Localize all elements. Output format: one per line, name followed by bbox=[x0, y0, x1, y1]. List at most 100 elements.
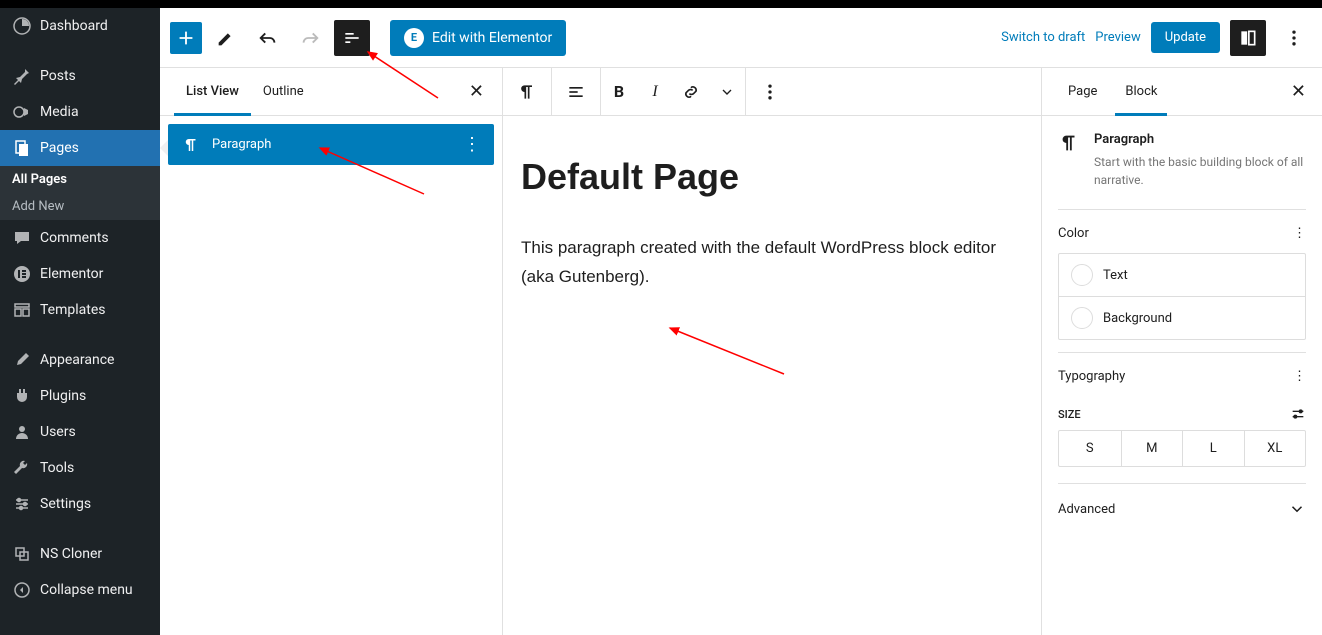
italic-button[interactable]: I bbox=[637, 68, 673, 115]
block-row-paragraph[interactable]: Paragraph ⋮ bbox=[168, 124, 494, 165]
size-buttons: S M L XL bbox=[1058, 430, 1306, 467]
chevron-down-icon bbox=[1288, 500, 1306, 518]
tab-page[interactable]: Page bbox=[1058, 68, 1107, 115]
align-button[interactable] bbox=[552, 68, 600, 115]
nav-templates[interactable]: Templates bbox=[0, 292, 160, 328]
nav-label: Comments bbox=[40, 230, 109, 246]
update-button[interactable]: Update bbox=[1151, 22, 1220, 53]
size-l-button[interactable]: L bbox=[1182, 431, 1244, 466]
advanced-section-toggle[interactable]: Advanced bbox=[1058, 483, 1306, 534]
paragraph-icon bbox=[182, 136, 200, 154]
nav-label: Tools bbox=[40, 460, 74, 476]
templates-icon bbox=[12, 300, 32, 320]
nav-users[interactable]: Users bbox=[0, 414, 160, 450]
nav-label: Collapse menu bbox=[40, 582, 133, 598]
block-row-label: Paragraph bbox=[212, 137, 271, 152]
nav-all-pages[interactable]: All Pages bbox=[0, 166, 160, 193]
more-formatting-button[interactable] bbox=[709, 68, 745, 115]
user-icon bbox=[12, 422, 32, 442]
nav-tools[interactable]: Tools bbox=[0, 450, 160, 486]
editor: E Edit with Elementor Switch to draft Pr… bbox=[160, 8, 1322, 635]
block-row-options-button[interactable]: ⋮ bbox=[463, 134, 480, 155]
collapse-icon bbox=[12, 580, 32, 600]
paragraph-icon bbox=[1058, 132, 1082, 189]
nav-appearance[interactable]: Appearance bbox=[0, 342, 160, 378]
plug-icon bbox=[12, 386, 32, 406]
comment-icon bbox=[12, 228, 32, 248]
options-button[interactable] bbox=[1276, 20, 1312, 56]
block-toolbar: B I bbox=[503, 68, 1041, 116]
link-button[interactable] bbox=[673, 68, 709, 115]
nav-label: Elementor bbox=[40, 266, 103, 282]
elementor-icon bbox=[12, 264, 32, 284]
edit-elementor-button[interactable]: E Edit with Elementor bbox=[390, 20, 566, 56]
add-block-button[interactable] bbox=[170, 22, 202, 54]
nav-add-new[interactable]: Add New bbox=[0, 193, 160, 220]
tab-block[interactable]: Block bbox=[1115, 68, 1167, 115]
sliders-icon bbox=[12, 494, 32, 514]
list-view-tabs: List View Outline ✕ bbox=[160, 68, 502, 116]
size-xl-button[interactable]: XL bbox=[1244, 431, 1306, 466]
color-section-head: Color ⋮ bbox=[1058, 209, 1306, 253]
pin-icon bbox=[12, 66, 32, 86]
size-custom-button[interactable] bbox=[1290, 406, 1306, 422]
preview-button[interactable]: Preview bbox=[1095, 30, 1140, 45]
block-info: Paragraph Start with the basic building … bbox=[1058, 132, 1306, 189]
block-info-desc: Start with the basic building block of a… bbox=[1094, 153, 1306, 189]
size-s-button[interactable]: S bbox=[1059, 431, 1121, 466]
media-icon bbox=[12, 102, 32, 122]
settings-close-button[interactable]: ✕ bbox=[1291, 81, 1306, 102]
admin-bar bbox=[0, 0, 1322, 8]
admin-sidebar: Dashboard Posts Media Pages All Pages Ad… bbox=[0, 0, 160, 635]
nav-posts[interactable]: Posts bbox=[0, 58, 160, 94]
canvas-column: B I Default Page This paragraph created … bbox=[503, 68, 1041, 635]
size-m-button[interactable]: M bbox=[1121, 431, 1183, 466]
nav-label: Dashboard bbox=[40, 18, 108, 34]
nav-label: Pages bbox=[40, 140, 79, 156]
size-label: SIZE bbox=[1058, 408, 1081, 421]
list-panel-close-button[interactable]: ✕ bbox=[465, 77, 488, 106]
tab-listview[interactable]: List View bbox=[174, 68, 251, 115]
editor-canvas[interactable]: Default Page This paragraph created with… bbox=[503, 116, 1041, 635]
nav-dashboard[interactable]: Dashboard bbox=[0, 8, 160, 44]
dashboard-icon bbox=[12, 16, 32, 36]
document-overview-button[interactable] bbox=[334, 20, 370, 56]
page-title[interactable]: Default Page bbox=[521, 156, 1023, 198]
nav-comments[interactable]: Comments bbox=[0, 220, 160, 256]
nav-label: Plugins bbox=[40, 388, 86, 404]
nav-pages[interactable]: Pages bbox=[0, 130, 160, 166]
list-view-panel: List View Outline ✕ Paragraph ⋮ bbox=[160, 68, 503, 635]
edit-mode-button[interactable] bbox=[208, 20, 244, 56]
nav-nscloner[interactable]: NS Cloner bbox=[0, 536, 160, 572]
nav-collapse[interactable]: Collapse menu bbox=[0, 572, 160, 608]
wrench-icon bbox=[12, 458, 32, 478]
settings-toggle-button[interactable] bbox=[1230, 20, 1266, 56]
nav-label: Settings bbox=[40, 496, 91, 512]
nav-settings[interactable]: Settings bbox=[0, 486, 160, 522]
nav-label: Users bbox=[40, 424, 76, 440]
typo-options-button[interactable]: ⋮ bbox=[1293, 369, 1306, 384]
nav-label: Posts bbox=[40, 68, 76, 84]
nav-label: Media bbox=[40, 104, 79, 120]
color-bg-button[interactable]: Background bbox=[1059, 296, 1305, 339]
color-options-button[interactable]: ⋮ bbox=[1293, 226, 1306, 241]
bold-button[interactable]: B bbox=[601, 68, 637, 115]
nav-label: Appearance bbox=[40, 352, 114, 368]
bg-swatch-icon bbox=[1071, 307, 1093, 329]
paragraph-block[interactable]: This paragraph created with the default … bbox=[521, 234, 1023, 292]
redo-button[interactable] bbox=[292, 20, 328, 56]
undo-button[interactable] bbox=[250, 20, 286, 56]
settings-tabs: Page Block ✕ bbox=[1042, 68, 1322, 116]
color-text-button[interactable]: Text bbox=[1059, 254, 1305, 296]
nav-plugins[interactable]: Plugins bbox=[0, 378, 160, 414]
cloner-icon bbox=[12, 544, 32, 564]
text-swatch-icon bbox=[1071, 264, 1093, 286]
block-type-button[interactable] bbox=[503, 68, 551, 115]
pages-icon bbox=[12, 138, 32, 158]
block-options-button[interactable] bbox=[746, 82, 794, 102]
switch-to-draft-button[interactable]: Switch to draft bbox=[1001, 30, 1085, 45]
tab-outline[interactable]: Outline bbox=[251, 68, 316, 115]
nav-elementor[interactable]: Elementor bbox=[0, 256, 160, 292]
nav-media[interactable]: Media bbox=[0, 94, 160, 130]
block-info-title: Paragraph bbox=[1094, 132, 1306, 147]
